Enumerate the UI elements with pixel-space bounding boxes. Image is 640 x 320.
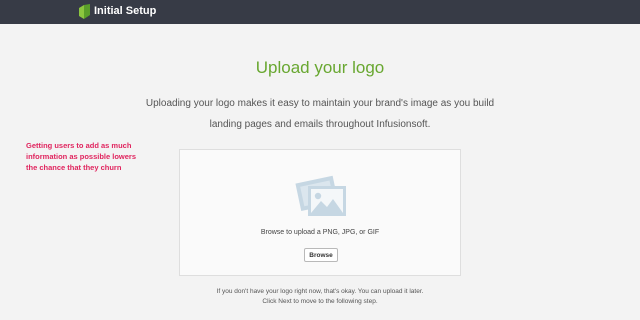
app-title: Initial Setup: [94, 5, 157, 17]
annotation-line-1: Getting users to add as much: [26, 141, 132, 150]
description-line-2: landing pages and emails throughout Infu…: [209, 119, 431, 130]
annotation-line-2: information as possible lowers: [26, 152, 137, 161]
browse-button[interactable]: Browse: [304, 248, 338, 262]
annotation-line-3: the chance that they churn: [26, 163, 122, 172]
image-placeholder-icon: [295, 175, 346, 216]
footer-note: If you don't have your logo right now, t…: [0, 287, 640, 307]
infusionsoft-logo-icon: [79, 4, 90, 19]
logo-upload-dropzone[interactable]: Browse to upload a PNG, JPG, or GIF Brow…: [179, 149, 461, 276]
top-bar: Initial Setup: [0, 0, 640, 24]
footer-line-1: If you don't have your logo right now, t…: [216, 288, 424, 295]
description-line-1: Uploading your logo makes it easy to mai…: [145, 98, 495, 109]
upload-hint: Browse to upload a PNG, JPG, or GIF: [260, 229, 380, 236]
page-title: Upload your logo: [255, 58, 385, 77]
footer-line-2: Click Next to move to the following step…: [262, 298, 378, 305]
annotation-note: Getting users to add as much information…: [26, 140, 186, 173]
page-description: Uploading your logo makes it easy to mai…: [0, 93, 640, 135]
